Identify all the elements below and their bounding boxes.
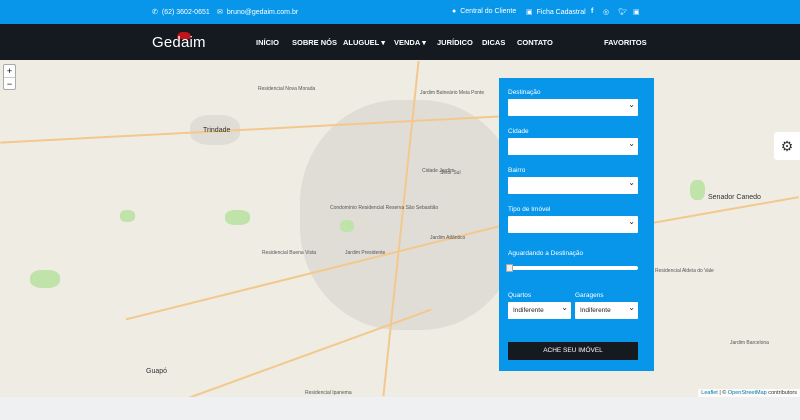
main-nav: INÍCIO SOBRE NÓS ALUGUEL ▾ VENDA ▾ JURÍD… bbox=[0, 24, 800, 60]
user-icon: ● bbox=[452, 8, 457, 15]
caret-down-icon: ▾ bbox=[422, 38, 426, 47]
nav-contato[interactable]: CONTATO bbox=[517, 38, 553, 47]
nav-venda[interactable]: VENDA ▾ bbox=[394, 38, 426, 47]
map-attribution: Leaflet | © OpenStreetMap contributors bbox=[698, 389, 800, 397]
slider-handle[interactable] bbox=[506, 264, 513, 272]
registration-link[interactable]: ▣ Ficha Cadastral bbox=[526, 8, 586, 17]
zoom-out-button[interactable]: − bbox=[4, 78, 15, 90]
youtube-icon[interactable]: ▣ bbox=[633, 8, 640, 16]
client-area-link[interactable]: ● Central do Cliente bbox=[452, 8, 516, 15]
destination-select[interactable] bbox=[508, 99, 638, 116]
destination-slider[interactable] bbox=[506, 264, 638, 272]
nav-sobre[interactable]: SOBRE NÓS bbox=[292, 38, 337, 47]
gear-icon[interactable]: ⚙ bbox=[774, 132, 800, 160]
form-icon: ▣ bbox=[526, 9, 533, 16]
rooms-select[interactable]: Indiferente bbox=[508, 302, 571, 319]
garages-select[interactable]: Indiferente bbox=[575, 302, 638, 319]
zoom-in-button[interactable]: + bbox=[4, 65, 15, 78]
city-select[interactable] bbox=[508, 138, 638, 155]
caret-down-icon: ▾ bbox=[381, 38, 385, 47]
facebook-icon[interactable]: f bbox=[591, 8, 593, 15]
nav-inicio[interactable]: INÍCIO bbox=[256, 38, 279, 47]
email-contact[interactable]: ✉ bruno@gedaim.com.br bbox=[217, 8, 298, 17]
search-submit-button[interactable]: ACHE SEU IMÓVEL bbox=[508, 342, 638, 360]
envelope-icon: ✉ bbox=[217, 9, 223, 16]
nav-aluguel[interactable]: ALUGUEL ▾ bbox=[343, 38, 385, 47]
phone-contact[interactable]: ✆ (62) 3602-0651 bbox=[152, 8, 210, 17]
nav-favoritos[interactable]: FAVORITOS bbox=[604, 38, 647, 47]
osm-link[interactable]: OpenStreetMap bbox=[728, 390, 767, 396]
property-search-panel: Destinação Cidade Bairro Tipo de Imóvel … bbox=[499, 78, 654, 371]
leaflet-link[interactable]: Leaflet bbox=[701, 390, 718, 396]
instagram-icon[interactable]: ◎ bbox=[603, 8, 609, 16]
nav-juridico[interactable]: JURÍDICO bbox=[437, 38, 473, 47]
property-type-select[interactable] bbox=[508, 216, 638, 233]
nav-dicas[interactable]: DICAS bbox=[482, 38, 505, 47]
district-select[interactable] bbox=[508, 177, 638, 194]
zoom-control: + − bbox=[3, 64, 16, 90]
phone-icon: ✆ bbox=[152, 9, 158, 16]
top-bar: ✆ (62) 3602-0651 ✉ bruno@gedaim.com.br ● Ce… bbox=[0, 0, 800, 24]
logo[interactable]: Gedaim bbox=[152, 34, 206, 51]
twitter-icon[interactable]: 🐦︎ bbox=[618, 8, 627, 16]
map[interactable]: Trindade Senador Canedo Guapó Residencia… bbox=[0, 60, 800, 397]
